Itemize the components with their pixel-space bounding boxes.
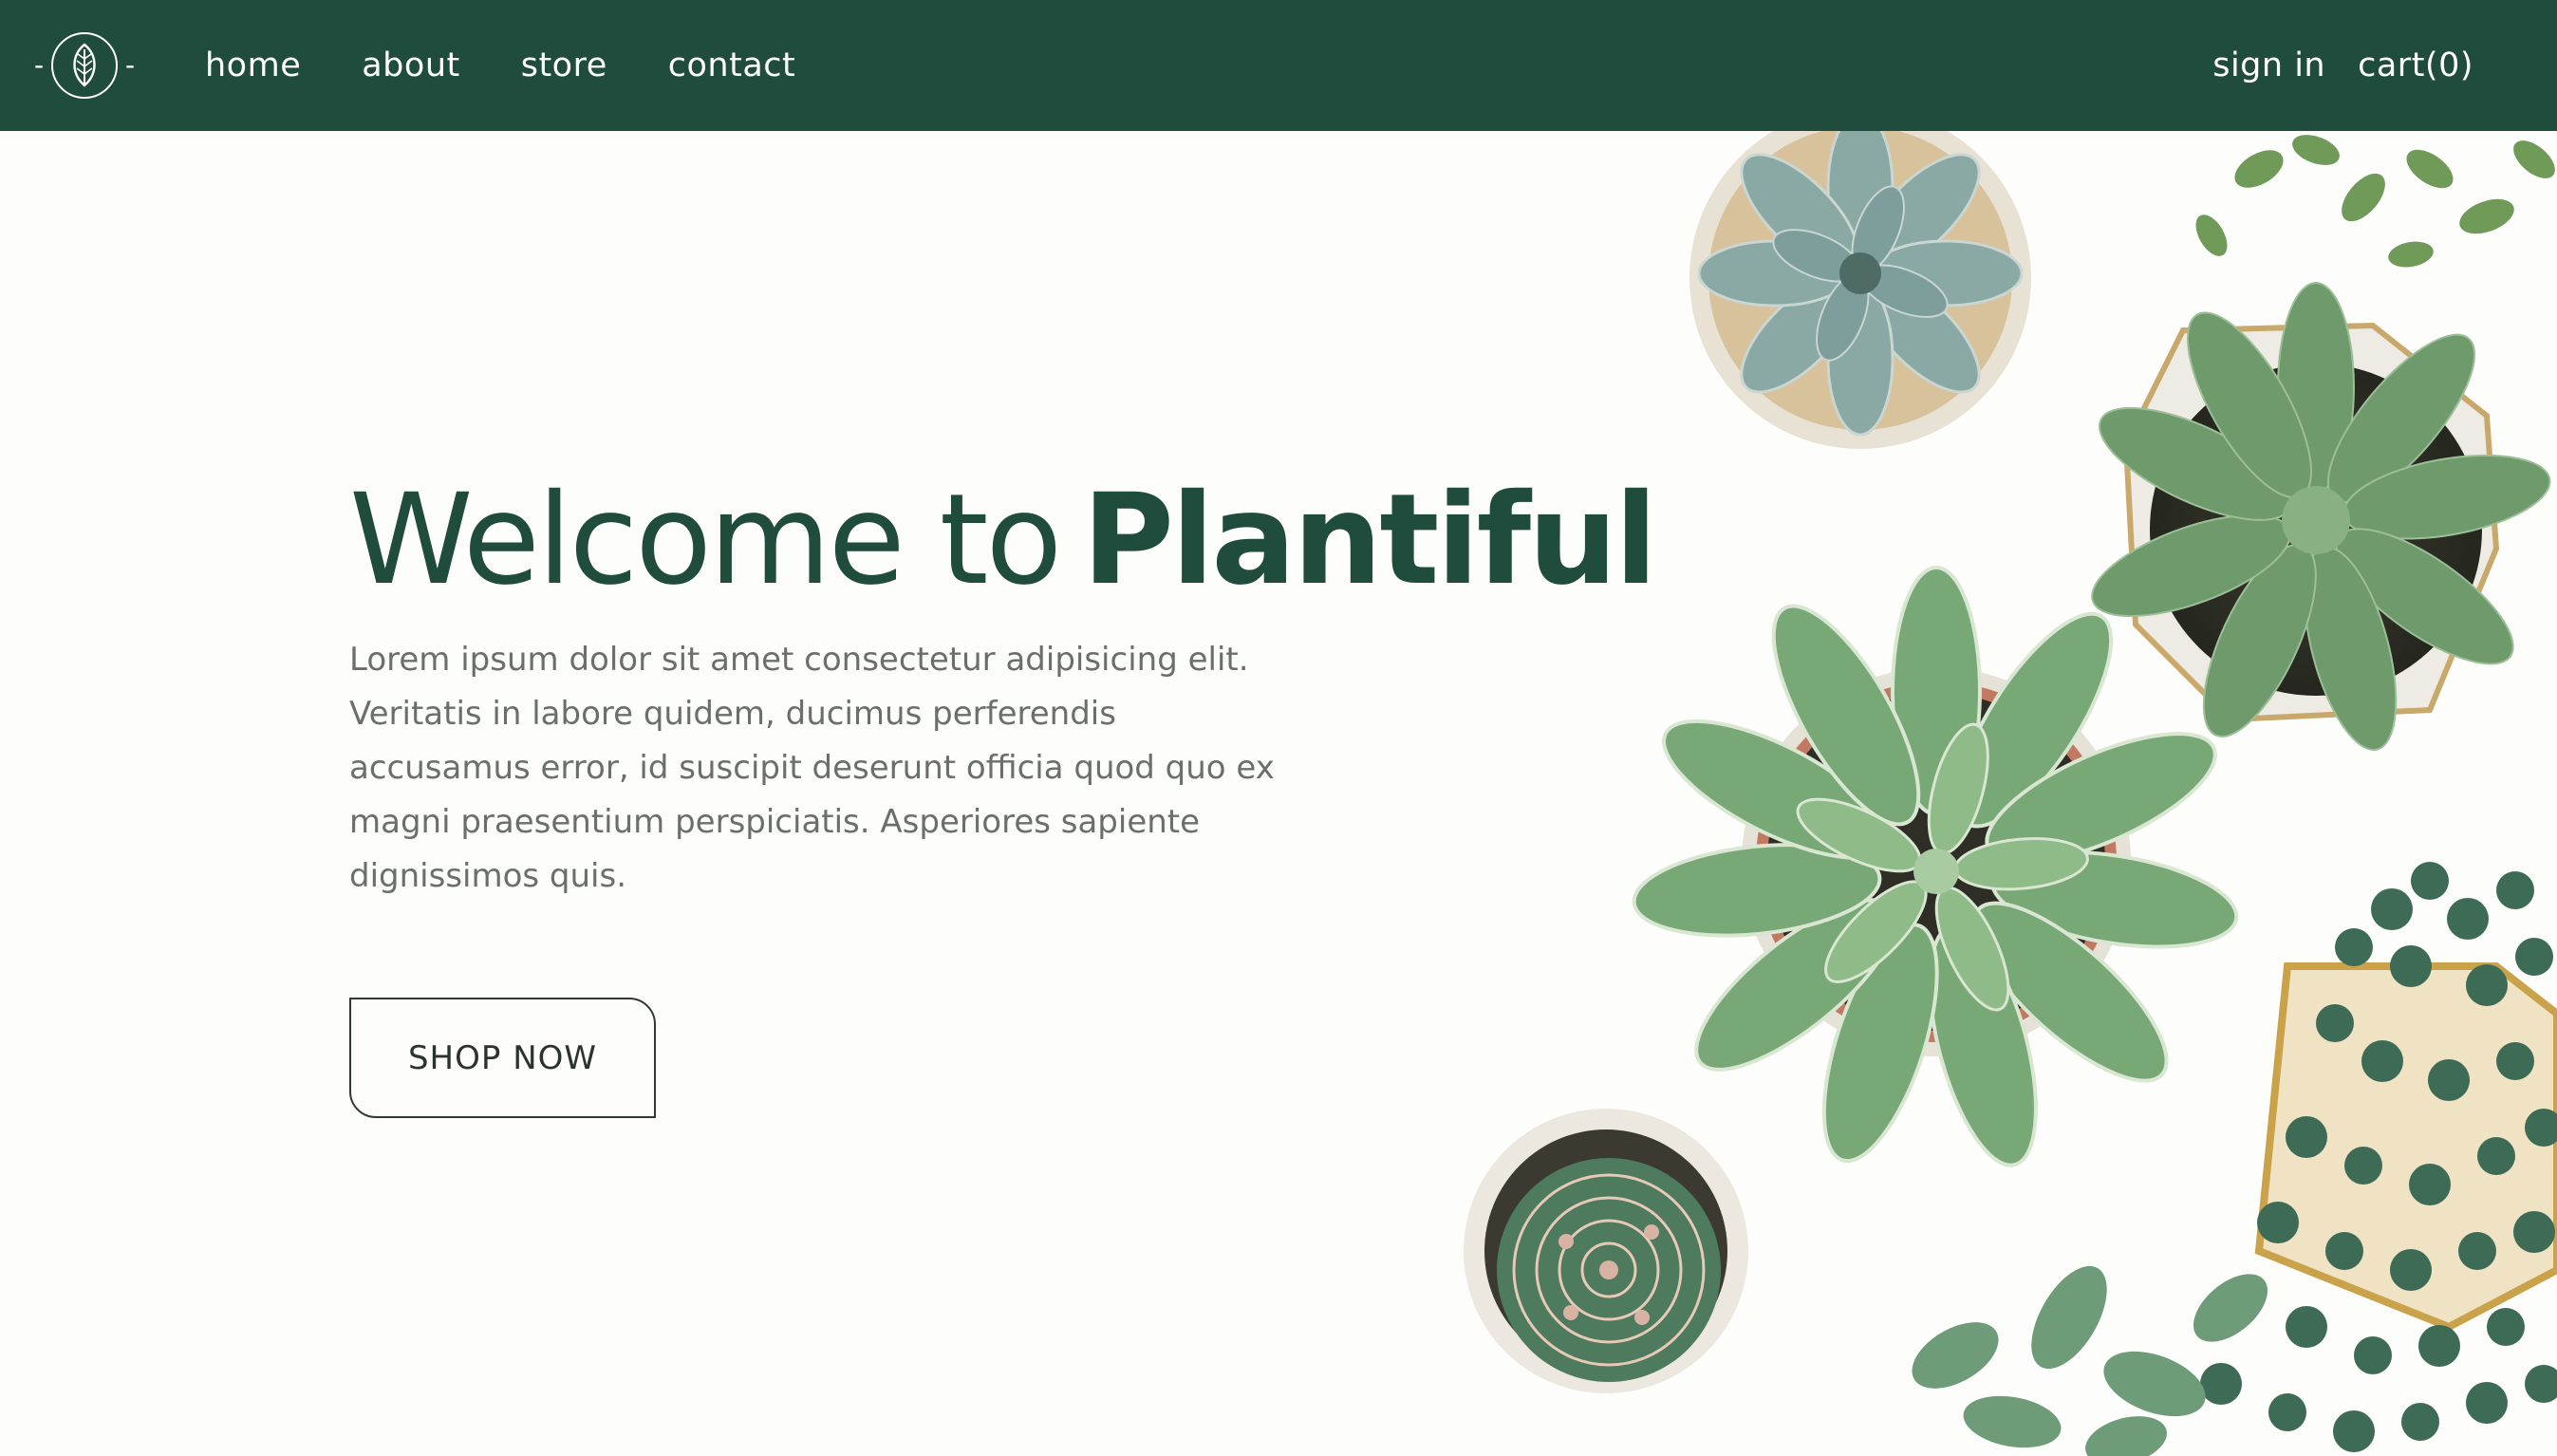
- sign-in-link[interactable]: sign in: [2212, 47, 2325, 84]
- cart-link[interactable]: cart(0): [2358, 47, 2473, 84]
- nav-link-contact[interactable]: contact: [668, 47, 795, 84]
- succulents-image: [1405, 131, 2557, 1456]
- hero-description: Lorem ipsum dolor sit amet consectetur a…: [349, 640, 1275, 895]
- account-nav: sign in cart(0): [2212, 0, 2473, 131]
- main-nav: home about store contact: [205, 0, 795, 131]
- nav-link-about[interactable]: about: [362, 47, 459, 84]
- brand-logo[interactable]: - -: [34, 32, 135, 99]
- top-navbar: - - home about store contact sign in car…: [0, 0, 2557, 131]
- shop-now-button[interactable]: SHOP NOW: [349, 998, 656, 1118]
- headline-welcome: Welcome to: [349, 467, 1062, 613]
- nav-link-home[interactable]: home: [205, 47, 301, 84]
- hero-headline: Welcome to Plantiful: [349, 475, 1657, 607]
- hero-section: Welcome to Plantiful Lorem ipsum dolor si…: [349, 475, 1657, 904]
- nav-link-store[interactable]: store: [521, 47, 607, 84]
- leaf-icon: [51, 32, 118, 99]
